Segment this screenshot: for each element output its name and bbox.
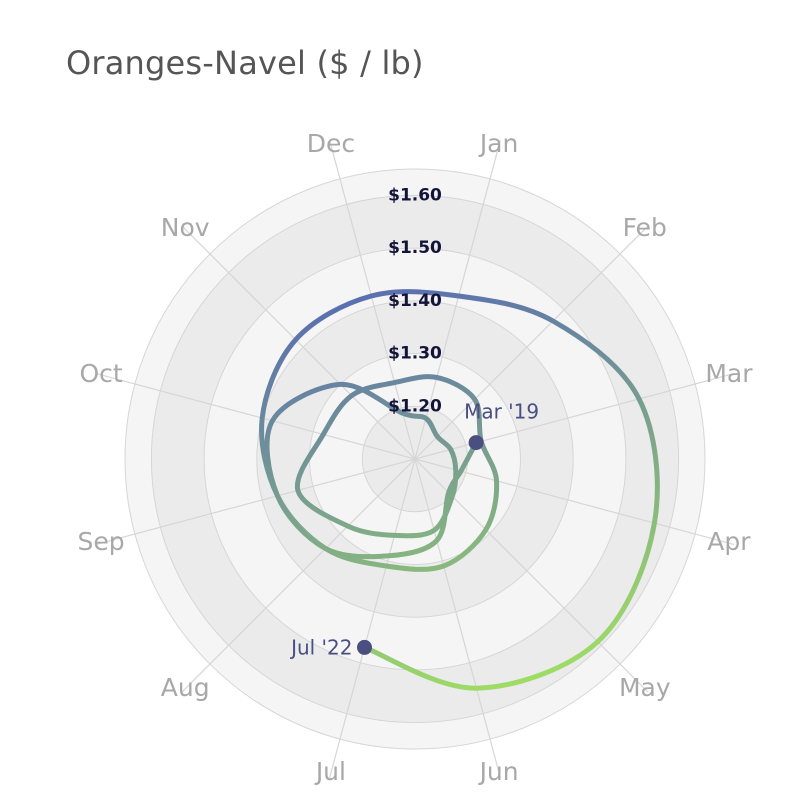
- month-label-mar: Mar: [705, 359, 753, 388]
- month-label-feb: Feb: [623, 213, 667, 242]
- month-label-sep: Sep: [78, 527, 125, 556]
- tick-label: $1.20: [388, 396, 442, 416]
- polar-spiral-chart: Jan Feb Mar Apr May Jun Jul Aug Sep Oct Nov Dec $1.…: [78, 129, 754, 786]
- end-label: Jul '22: [289, 635, 352, 659]
- end-marker: [357, 639, 372, 655]
- month-label-jan: Jan: [478, 129, 519, 158]
- month-label-aug: Aug: [161, 673, 210, 702]
- month-label-oct: Oct: [79, 359, 122, 388]
- month-label-jul: Jul: [314, 757, 346, 786]
- tick-label: $1.30: [388, 344, 442, 364]
- tick-label: $1.50: [388, 238, 442, 258]
- month-label-nov: Nov: [161, 213, 210, 242]
- tick-label: $1.40: [388, 291, 442, 311]
- tick-label: $1.60: [388, 185, 442, 205]
- month-label-jun: Jun: [478, 757, 519, 786]
- month-label-may: May: [619, 673, 671, 702]
- month-label-apr: Apr: [707, 527, 751, 556]
- month-label-dec: Dec: [307, 129, 355, 158]
- start-marker: [468, 435, 484, 451]
- start-label: Mar '19: [464, 400, 539, 424]
